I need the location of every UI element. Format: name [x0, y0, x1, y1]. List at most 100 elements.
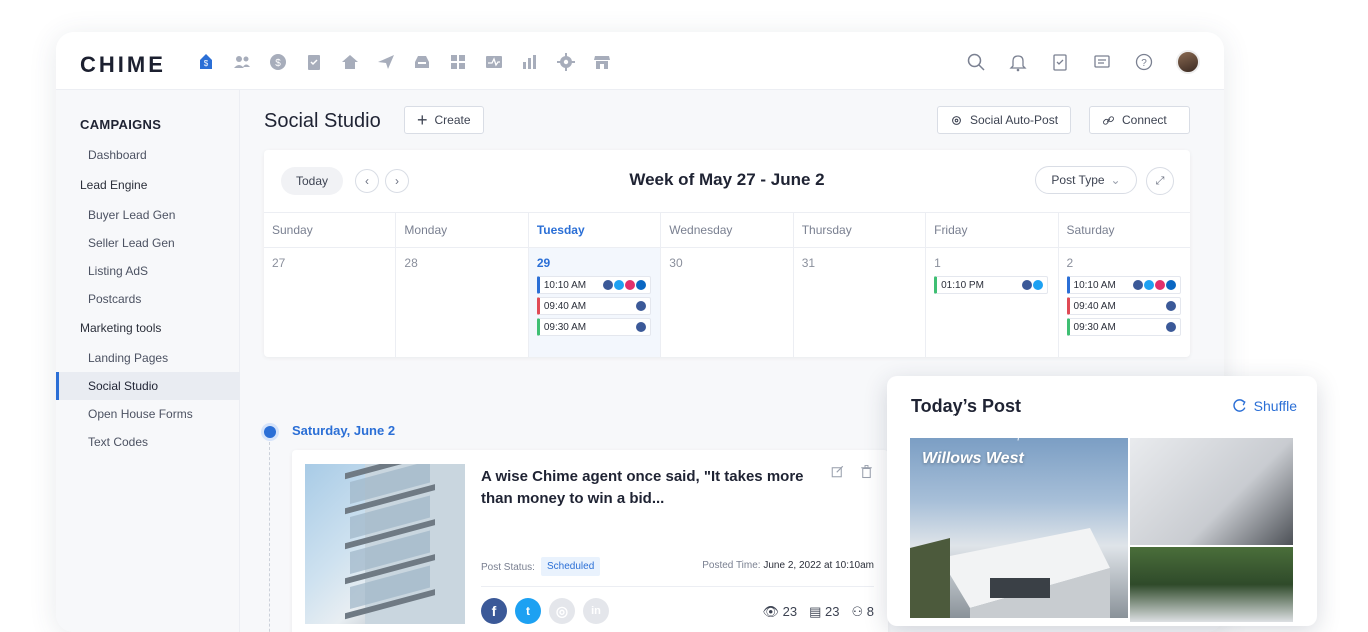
gear-icon[interactable]: [556, 52, 576, 72]
listing-interior-image[interactable]: [1130, 438, 1293, 545]
facebook-icon: [602, 280, 613, 290]
twitter-icon[interactable]: t: [515, 598, 541, 624]
facebook-icon[interactable]: f: [481, 598, 507, 624]
calendar-event[interactable]: 09:30 AM: [1066, 318, 1181, 336]
day-number: 1: [934, 256, 941, 270]
calendar-day-cell[interactable]: 30: [661, 248, 794, 357]
eye-icon: 👁: [762, 604, 783, 619]
analytics-icon[interactable]: [484, 52, 504, 72]
dashboard-grid-icon[interactable]: [448, 52, 468, 72]
expand-button[interactable]: ⤢: [1146, 167, 1174, 195]
facebook-icon: [1022, 280, 1033, 290]
post-type-select[interactable]: Post Type ⌄: [1035, 166, 1137, 194]
help-icon[interactable]: ?: [1134, 52, 1154, 72]
calendar-event[interactable]: 09:30 AM: [536, 318, 651, 336]
calendar-event[interactable]: 09:40 AM: [536, 297, 651, 315]
calendar-day-cell[interactable]: 28: [396, 248, 529, 357]
instagram-icon[interactable]: ◎: [549, 598, 575, 624]
create-button[interactable]: + Create: [404, 106, 484, 134]
timeline-line: [269, 442, 270, 632]
event-time: 09:40 AM: [1073, 300, 1116, 312]
weekday-header-saturday: Saturday: [1066, 223, 1115, 237]
facebook-icon: [635, 301, 646, 311]
expand-icon: ⤢: [1155, 174, 1165, 187]
posted-time-value: June 2, 2022 at 10:10am: [763, 560, 874, 571]
create-label: Create: [434, 113, 471, 127]
sidebar-item-landing-pages[interactable]: Landing Pages: [56, 344, 240, 372]
social-auto-post-button[interactable]: Social Auto-Post: [937, 106, 1072, 134]
calendar-event[interactable]: 01:10 PM: [934, 276, 1049, 294]
event-channels: [602, 280, 646, 290]
facebook-icon: [1165, 301, 1176, 311]
clipboard-check-icon[interactable]: [1050, 52, 1070, 72]
svg-text:?: ?: [1141, 58, 1147, 69]
calendar-day-cell[interactable]: 29 10:10 AM 09:40 AM 09:30 AM: [528, 248, 662, 357]
twitter-icon: [1143, 280, 1154, 290]
linkedin-icon: [635, 280, 646, 290]
sidebar-item-dashboard[interactable]: Dashboard: [56, 141, 240, 169]
calendar-event[interactable]: 10:10 AM: [1066, 276, 1181, 294]
sidebar-title: CAMPAIGNS: [80, 117, 162, 132]
event-channels: [1022, 280, 1044, 290]
sidebar-item-listing-ads[interactable]: Listing AdS: [56, 257, 240, 285]
listing-main-image[interactable]: Willows West: [910, 438, 1128, 618]
instagram-icon: [1154, 280, 1165, 290]
svg-text:$: $: [204, 59, 209, 68]
calendar-day-cell[interactable]: 27: [264, 248, 397, 357]
calendar-day-cell[interactable]: 31: [794, 248, 927, 357]
edit-icon[interactable]: [830, 464, 845, 479]
calendar-event[interactable]: 09:40 AM: [1066, 297, 1181, 315]
sidebar-item-social-studio[interactable]: Social Studio: [56, 372, 240, 400]
sidebar-group-marketing-tools[interactable]: Marketing tools: [56, 314, 240, 342]
people-icon: ⚇: [851, 604, 867, 619]
posted-time-label: Posted Time:: [702, 560, 761, 571]
day-number: 27: [272, 256, 286, 270]
sidebar-item-open-house-forms[interactable]: Open House Forms: [56, 400, 240, 428]
clipboard-icon[interactable]: [304, 52, 324, 72]
sidebar-group-lead-engine[interactable]: Lead Engine: [56, 171, 240, 199]
dollar-circle-icon[interactable]: $: [268, 52, 288, 72]
event-time: 09:40 AM: [543, 300, 587, 312]
post-text: A wise Chime agent once said, "It takes …: [481, 468, 804, 507]
event-time: 01:10 PM: [941, 279, 984, 291]
bell-icon[interactable]: [1008, 52, 1028, 72]
day-number: 30: [669, 256, 683, 270]
social-auto-post-label: Social Auto-Post: [970, 113, 1059, 127]
event-time: 10:10 AM: [1073, 279, 1116, 291]
calendar-day-cell[interactable]: 1 01:10 PM: [926, 248, 1059, 357]
chime-logo[interactable]: CHIME: [80, 52, 166, 78]
linkedin-icon[interactable]: in: [583, 598, 609, 624]
dollar-badge-icon[interactable]: $: [196, 52, 216, 72]
calendar-day-cell[interactable]: 2 10:10 AM 09:40 AM 09:30 AM: [1059, 248, 1190, 357]
calendar-event[interactable]: 10:10 AM: [536, 276, 651, 294]
store-icon[interactable]: [592, 52, 612, 72]
shuffle-label: Shuffle: [1253, 398, 1297, 414]
home-icon[interactable]: [340, 52, 360, 72]
search-icon[interactable]: [966, 52, 986, 72]
day-number: 2: [1066, 256, 1074, 270]
bar-chart-icon[interactable]: [520, 52, 540, 72]
views-stat: 👁 23: [763, 604, 798, 620]
trash-icon[interactable]: [859, 464, 874, 479]
people-icon[interactable]: [232, 52, 252, 72]
send-icon[interactable]: [376, 52, 396, 72]
inbox-icon[interactable]: [412, 52, 432, 72]
sidebar-item-postcards[interactable]: Postcards: [56, 285, 240, 313]
day-number: 29: [536, 256, 551, 270]
listing-description: Welcome to Willows West, our local agent…: [899, 412, 1218, 441]
connect-button[interactable]: Connect: [1089, 106, 1190, 134]
sidebar-item-seller-lead-gen[interactable]: Seller Lead Gen: [56, 229, 240, 257]
post-card[interactable]: A wise Chime agent once said, "It takes …: [292, 450, 888, 632]
sidebar-item-text-codes[interactable]: Text Codes: [56, 428, 240, 456]
weekday-header-wednesday: Wednesday: [661, 213, 794, 247]
listing-exterior-image[interactable]: [1130, 547, 1293, 622]
weekday-header-thursday: Thursday: [794, 213, 927, 247]
message-icon[interactable]: [1092, 52, 1112, 72]
twitter-icon: [613, 280, 624, 290]
sidebar-item-buyer-lead-gen[interactable]: Buyer Lead Gen: [56, 201, 240, 229]
comments-count: 23: [825, 604, 840, 619]
user-avatar[interactable]: [1176, 50, 1200, 74]
plus-icon: +: [417, 110, 428, 130]
event-time: 09:30 AM: [543, 321, 587, 333]
post-stats: 👁 23 ▤ 23 ⚇ 8: [763, 604, 874, 620]
